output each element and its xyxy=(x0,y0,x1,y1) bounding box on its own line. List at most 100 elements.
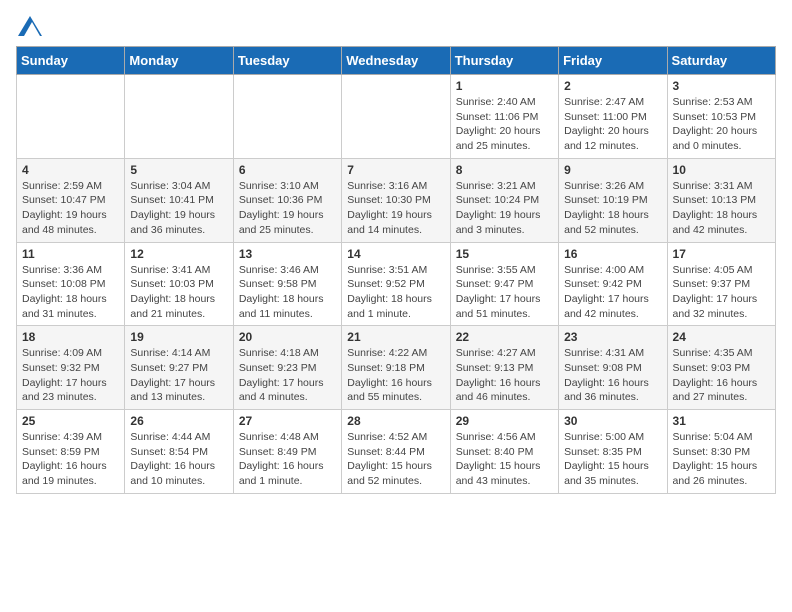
day-info: Sunrise: 4:48 AM Sunset: 8:49 PM Dayligh… xyxy=(239,430,336,489)
day-info: Sunrise: 4:00 AM Sunset: 9:42 PM Dayligh… xyxy=(564,263,661,322)
calendar-week-row: 25 Sunrise: 4:39 AM Sunset: 8:59 PM Dayli… xyxy=(17,410,776,494)
day-info: Sunrise: 4:27 AM Sunset: 9:13 PM Dayligh… xyxy=(456,346,553,405)
day-number: 1 xyxy=(456,79,553,93)
calendar-cell: 21 Sunrise: 4:22 AM Sunset: 9:18 PM Dayli… xyxy=(342,326,450,410)
day-info: Sunrise: 3:55 AM Sunset: 9:47 PM Dayligh… xyxy=(456,263,553,322)
calendar-cell: 13 Sunrise: 3:46 AM Sunset: 9:58 PM Dayli… xyxy=(233,242,341,326)
day-info: Sunrise: 2:59 AM Sunset: 10:47 PM Daylig… xyxy=(22,179,119,238)
logo-icon xyxy=(18,16,42,36)
day-number: 9 xyxy=(564,163,661,177)
day-number: 14 xyxy=(347,247,444,261)
day-info: Sunrise: 3:04 AM Sunset: 10:41 PM Daylig… xyxy=(130,179,227,238)
calendar-cell xyxy=(233,75,341,159)
day-number: 15 xyxy=(456,247,553,261)
calendar-cell xyxy=(125,75,233,159)
day-info: Sunrise: 4:18 AM Sunset: 9:23 PM Dayligh… xyxy=(239,346,336,405)
day-header-sunday: Sunday xyxy=(17,47,125,75)
day-header-friday: Friday xyxy=(559,47,667,75)
calendar-cell: 22 Sunrise: 4:27 AM Sunset: 9:13 PM Dayli… xyxy=(450,326,558,410)
day-number: 29 xyxy=(456,414,553,428)
calendar-cell: 9 Sunrise: 3:26 AM Sunset: 10:19 PM Dayli… xyxy=(559,158,667,242)
calendar-week-row: 18Sunrise: 4:09 AM Sunset: 9:32 PM Dayli… xyxy=(17,326,776,410)
calendar-cell: 20Sunrise: 4:18 AM Sunset: 9:23 PM Dayli… xyxy=(233,326,341,410)
logo xyxy=(16,16,42,36)
day-header-monday: Monday xyxy=(125,47,233,75)
calendar-cell: 12 Sunrise: 3:41 AM Sunset: 10:03 PM Dayl… xyxy=(125,242,233,326)
calendar-cell: 11 Sunrise: 3:36 AM Sunset: 10:08 PM Dayl… xyxy=(17,242,125,326)
day-number: 19 xyxy=(130,330,227,344)
calendar-cell: 18Sunrise: 4:09 AM Sunset: 9:32 PM Dayli… xyxy=(17,326,125,410)
calendar-cell: 10 Sunrise: 3:31 AM Sunset: 10:13 PM Dayl… xyxy=(667,158,775,242)
calendar-cell: 30 Sunrise: 5:00 AM Sunset: 8:35 PM Dayli… xyxy=(559,410,667,494)
day-number: 24 xyxy=(673,330,770,344)
calendar-cell: 16 Sunrise: 4:00 AM Sunset: 9:42 PM Dayli… xyxy=(559,242,667,326)
calendar-cell: 15 Sunrise: 3:55 AM Sunset: 9:47 PM Dayli… xyxy=(450,242,558,326)
day-info: Sunrise: 3:10 AM Sunset: 10:36 PM Daylig… xyxy=(239,179,336,238)
day-number: 16 xyxy=(564,247,661,261)
day-number: 28 xyxy=(347,414,444,428)
day-info: Sunrise: 3:46 AM Sunset: 9:58 PM Dayligh… xyxy=(239,263,336,322)
day-info: Sunrise: 4:22 AM Sunset: 9:18 PM Dayligh… xyxy=(347,346,444,405)
day-number: 25 xyxy=(22,414,119,428)
day-info: Sunrise: 4:44 AM Sunset: 8:54 PM Dayligh… xyxy=(130,430,227,489)
day-info: Sunrise: 4:39 AM Sunset: 8:59 PM Dayligh… xyxy=(22,430,119,489)
calendar-cell: 31Sunrise: 5:04 AM Sunset: 8:30 PM Dayli… xyxy=(667,410,775,494)
day-info: Sunrise: 4:14 AM Sunset: 9:27 PM Dayligh… xyxy=(130,346,227,405)
day-number: 31 xyxy=(673,414,770,428)
day-number: 11 xyxy=(22,247,119,261)
calendar-cell: 26 Sunrise: 4:44 AM Sunset: 8:54 PM Dayli… xyxy=(125,410,233,494)
day-number: 22 xyxy=(456,330,553,344)
day-number: 12 xyxy=(130,247,227,261)
page-header xyxy=(16,16,776,36)
calendar-cell: 7Sunrise: 3:16 AM Sunset: 10:30 PM Dayli… xyxy=(342,158,450,242)
calendar-cell: 1Sunrise: 2:40 AM Sunset: 11:06 PM Dayli… xyxy=(450,75,558,159)
calendar-cell: 14Sunrise: 3:51 AM Sunset: 9:52 PM Dayli… xyxy=(342,242,450,326)
calendar-week-row: 4 Sunrise: 2:59 AM Sunset: 10:47 PM Dayli… xyxy=(17,158,776,242)
day-number: 5 xyxy=(130,163,227,177)
calendar-cell: 8Sunrise: 3:21 AM Sunset: 10:24 PM Dayli… xyxy=(450,158,558,242)
day-info: Sunrise: 3:31 AM Sunset: 10:13 PM Daylig… xyxy=(673,179,770,238)
day-number: 4 xyxy=(22,163,119,177)
calendar-cell: 29Sunrise: 4:56 AM Sunset: 8:40 PM Dayli… xyxy=(450,410,558,494)
calendar-week-row: 1Sunrise: 2:40 AM Sunset: 11:06 PM Dayli… xyxy=(17,75,776,159)
day-number: 18 xyxy=(22,330,119,344)
day-number: 17 xyxy=(673,247,770,261)
calendar-cell: 6 Sunrise: 3:10 AM Sunset: 10:36 PM Dayli… xyxy=(233,158,341,242)
day-info: Sunrise: 4:35 AM Sunset: 9:03 PM Dayligh… xyxy=(673,346,770,405)
day-header-saturday: Saturday xyxy=(667,47,775,75)
calendar-cell: 27Sunrise: 4:48 AM Sunset: 8:49 PM Dayli… xyxy=(233,410,341,494)
calendar-cell: 19 Sunrise: 4:14 AM Sunset: 9:27 PM Dayli… xyxy=(125,326,233,410)
calendar-cell: 4 Sunrise: 2:59 AM Sunset: 10:47 PM Dayli… xyxy=(17,158,125,242)
calendar-cell: 23Sunrise: 4:31 AM Sunset: 9:08 PM Dayli… xyxy=(559,326,667,410)
day-info: Sunrise: 5:00 AM Sunset: 8:35 PM Dayligh… xyxy=(564,430,661,489)
day-info: Sunrise: 4:05 AM Sunset: 9:37 PM Dayligh… xyxy=(673,263,770,322)
day-info: Sunrise: 3:26 AM Sunset: 10:19 PM Daylig… xyxy=(564,179,661,238)
day-number: 13 xyxy=(239,247,336,261)
calendar-cell: 25 Sunrise: 4:39 AM Sunset: 8:59 PM Dayli… xyxy=(17,410,125,494)
calendar-week-row: 11 Sunrise: 3:36 AM Sunset: 10:08 PM Dayl… xyxy=(17,242,776,326)
day-info: Sunrise: 2:53 AM Sunset: 10:53 PM Daylig… xyxy=(673,95,770,154)
day-number: 6 xyxy=(239,163,336,177)
day-number: 2 xyxy=(564,79,661,93)
day-header-thursday: Thursday xyxy=(450,47,558,75)
day-info: Sunrise: 4:31 AM Sunset: 9:08 PM Dayligh… xyxy=(564,346,661,405)
day-info: Sunrise: 3:41 AM Sunset: 10:03 PM Daylig… xyxy=(130,263,227,322)
calendar-cell: 2Sunrise: 2:47 AM Sunset: 11:00 PM Dayli… xyxy=(559,75,667,159)
calendar-header-row: SundayMondayTuesdayWednesdayThursdayFrid… xyxy=(17,47,776,75)
day-number: 7 xyxy=(347,163,444,177)
day-number: 3 xyxy=(673,79,770,93)
day-number: 26 xyxy=(130,414,227,428)
calendar-cell: 24 Sunrise: 4:35 AM Sunset: 9:03 PM Dayli… xyxy=(667,326,775,410)
day-number: 30 xyxy=(564,414,661,428)
calendar-cell: 17 Sunrise: 4:05 AM Sunset: 9:37 PM Dayli… xyxy=(667,242,775,326)
calendar-cell: 5 Sunrise: 3:04 AM Sunset: 10:41 PM Dayli… xyxy=(125,158,233,242)
day-info: Sunrise: 3:36 AM Sunset: 10:08 PM Daylig… xyxy=(22,263,119,322)
calendar-cell xyxy=(342,75,450,159)
day-info: Sunrise: 3:21 AM Sunset: 10:24 PM Daylig… xyxy=(456,179,553,238)
calendar-cell xyxy=(17,75,125,159)
day-header-wednesday: Wednesday xyxy=(342,47,450,75)
day-number: 21 xyxy=(347,330,444,344)
day-number: 10 xyxy=(673,163,770,177)
calendar-cell: 3 Sunrise: 2:53 AM Sunset: 10:53 PM Dayli… xyxy=(667,75,775,159)
calendar-cell: 28Sunrise: 4:52 AM Sunset: 8:44 PM Dayli… xyxy=(342,410,450,494)
